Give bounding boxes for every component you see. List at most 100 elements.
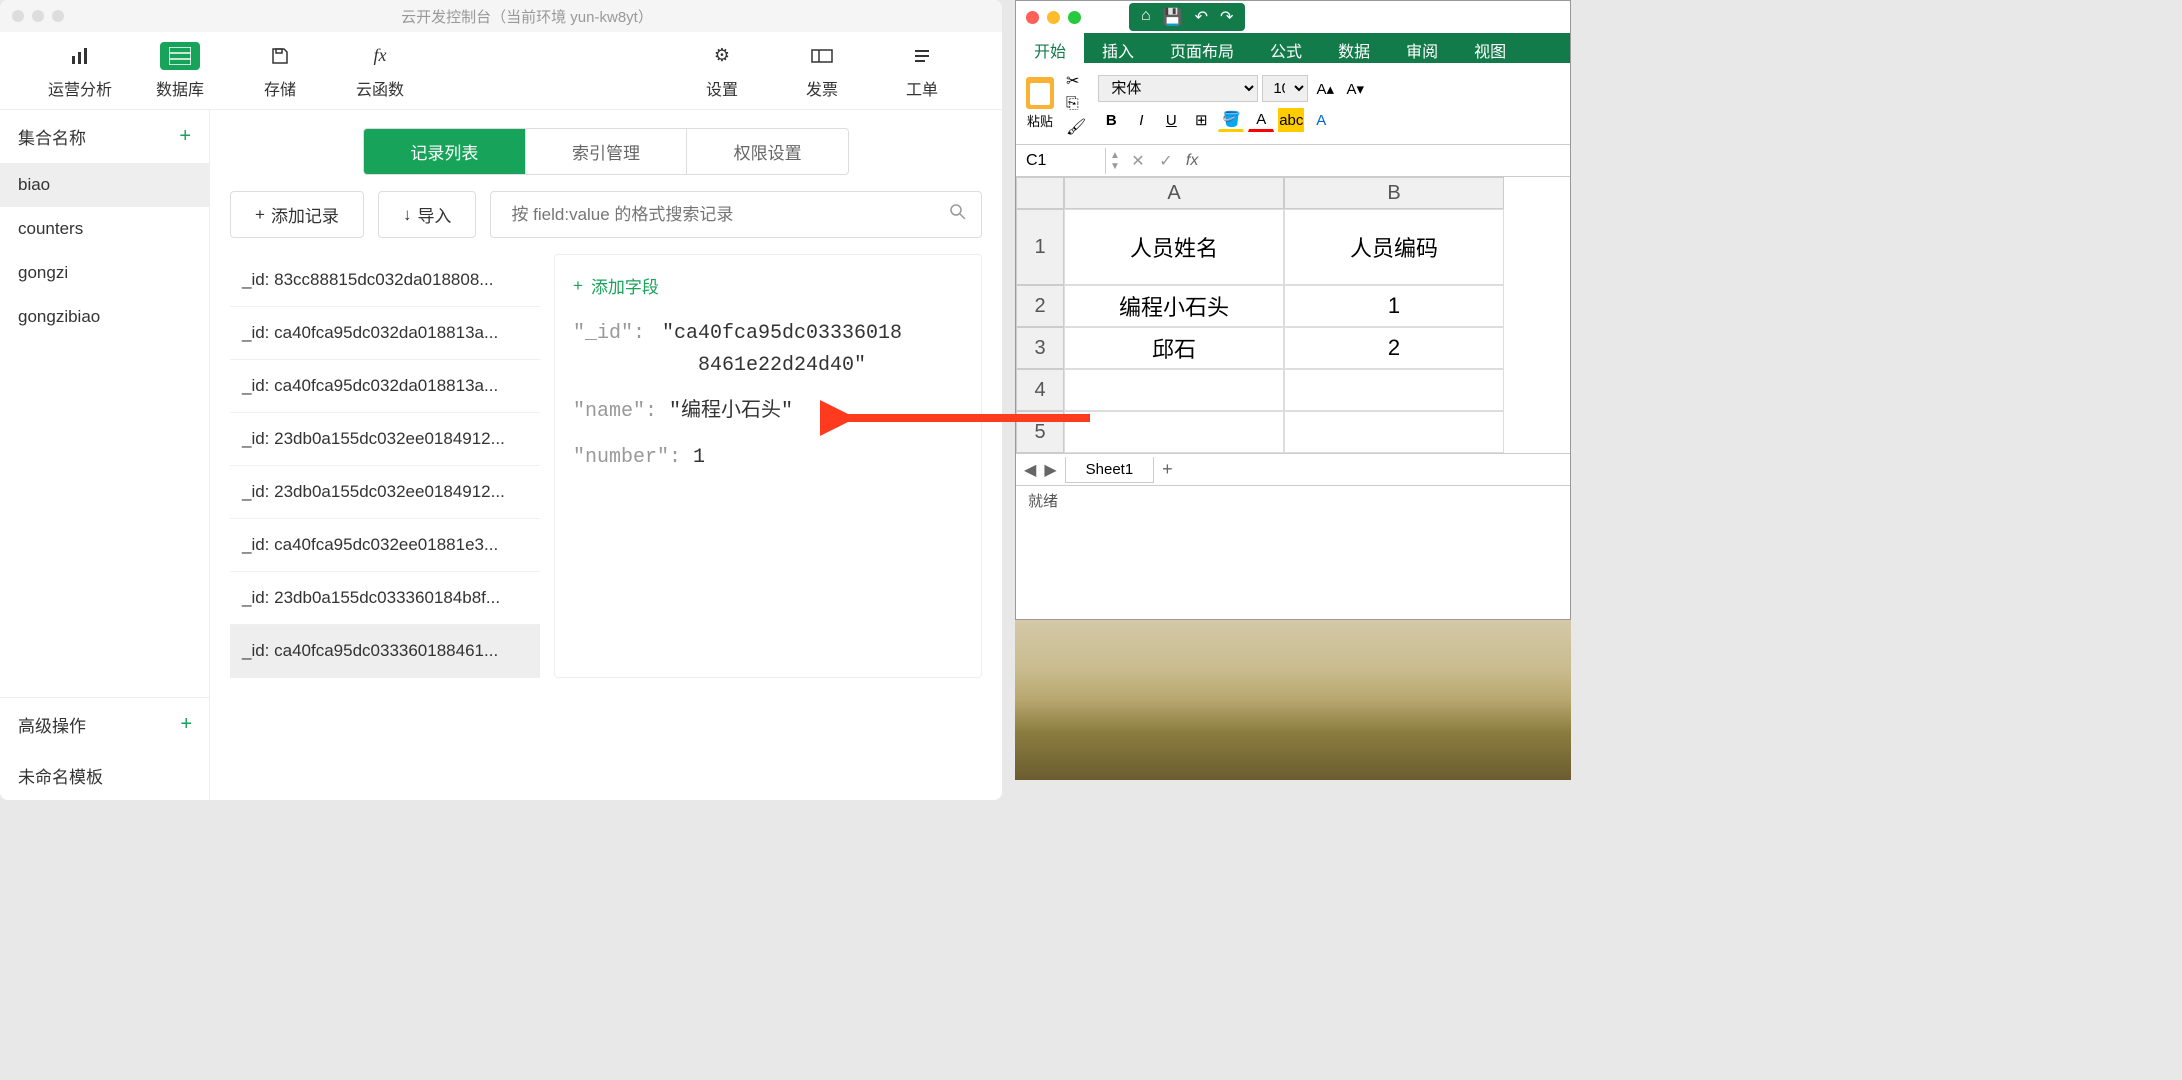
record-item[interactable]: _id: 23db0a155dc032ee0184912... <box>230 413 540 466</box>
titlebar: 云开发控制台（当前环境 yun-kw8yt） <box>0 0 1002 32</box>
stepper-up-icon[interactable]: ▲ <box>1110 150 1120 161</box>
cancel-formula-icon[interactable]: ✕ <box>1124 151 1152 171</box>
add-collection-button[interactable]: + <box>179 125 191 148</box>
record-item[interactable]: _id: ca40fca95dc033360188461... <box>230 625 540 678</box>
cell-b3[interactable]: 2 <box>1284 327 1504 369</box>
ribbon-tab-formula[interactable]: 公式 <box>1252 33 1320 63</box>
column-header-b[interactable]: B <box>1284 177 1504 209</box>
paste-icon[interactable] <box>1026 77 1054 109</box>
ribbon-tab-insert[interactable]: 插入 <box>1084 33 1152 63</box>
field-id: "_id": "ca40fca95dc033360188461e22d24d40… <box>573 318 963 382</box>
collection-item-biao[interactable]: biao <box>0 163 209 207</box>
functions-tab[interactable]: fx 云函数 <box>330 42 430 100</box>
undo-icon[interactable]: ↶ <box>1195 7 1208 27</box>
record-item[interactable]: _id: 83cc88815dc032da018808... <box>230 254 540 307</box>
underline-button[interactable]: U <box>1158 108 1184 132</box>
row-header-4[interactable]: 4 <box>1016 369 1064 411</box>
sheet-tab[interactable]: Sheet1 <box>1065 457 1155 483</box>
collection-item-counters[interactable]: counters <box>0 207 209 251</box>
cell-b4[interactable] <box>1284 369 1504 411</box>
storage-tab[interactable]: 存储 <box>230 42 330 100</box>
minimize-button[interactable] <box>1047 11 1060 24</box>
template-item[interactable]: 未命名模板 <box>0 751 210 800</box>
highlight-button[interactable]: abc <box>1278 108 1304 132</box>
ribbon-tab-home[interactable]: 开始 <box>1016 33 1084 63</box>
add-sheet-button[interactable]: + <box>1162 459 1173 480</box>
search-icon[interactable] <box>949 203 967 226</box>
format-painter-icon[interactable]: 🖌 <box>1066 117 1086 137</box>
copy-icon[interactable]: ⎘ <box>1066 95 1086 113</box>
maximize-button[interactable] <box>1068 11 1081 24</box>
ribbon-tab-review[interactable]: 审阅 <box>1388 33 1456 63</box>
font-color-button[interactable]: A <box>1248 108 1274 132</box>
font-size-select[interactable]: 10 <box>1262 75 1308 102</box>
increase-font-icon[interactable]: A▴ <box>1312 77 1338 101</box>
cell-b2[interactable]: 1 <box>1284 285 1504 327</box>
font-style-button[interactable]: A <box>1308 108 1334 132</box>
record-detail: +添加字段 "_id": "ca40fca95dc033360188461e22… <box>554 254 982 678</box>
italic-button[interactable]: I <box>1128 108 1154 132</box>
ribbon-tab-data[interactable]: 数据 <box>1320 33 1388 63</box>
ticket-tab[interactable]: 工单 <box>872 42 972 100</box>
row-header-2[interactable]: 2 <box>1016 285 1064 327</box>
import-button[interactable]: ↓导入 <box>378 191 477 238</box>
close-button[interactable] <box>1026 11 1039 24</box>
record-item[interactable]: _id: 23db0a155dc032ee0184912... <box>230 466 540 519</box>
analytics-tab[interactable]: 运营分析 <box>30 42 130 100</box>
row-header-3[interactable]: 3 <box>1016 327 1064 369</box>
row-header-5[interactable]: 5 <box>1016 411 1064 453</box>
collection-item-gongzi[interactable]: gongzi <box>0 251 209 295</box>
spreadsheet-grid: A B 1 2 3 4 5 人员姓名 人员编码 编程小石头 <box>1016 177 1570 453</box>
fx-icon[interactable]: fx <box>1186 152 1198 170</box>
minimize-button[interactable] <box>32 10 44 22</box>
sheet-next-icon[interactable]: ▶ <box>1044 460 1056 480</box>
cell-a5[interactable] <box>1064 411 1284 453</box>
accept-formula-icon[interactable]: ✓ <box>1152 151 1180 171</box>
add-template-button[interactable]: + <box>180 713 192 736</box>
field-name: "name": "编程小石头" <box>573 396 963 428</box>
cut-icon[interactable]: ✂ <box>1066 71 1086 91</box>
cell-a1[interactable]: 人员姓名 <box>1064 209 1284 285</box>
record-item[interactable]: _id: ca40fca95dc032ee01881e3... <box>230 519 540 572</box>
collection-item-gongzibiao[interactable]: gongzibiao <box>0 295 209 339</box>
invoice-tab[interactable]: 发票 <box>772 42 872 100</box>
paste-label: 粘贴 <box>1027 111 1053 130</box>
home-icon[interactable]: ⌂ <box>1141 7 1151 27</box>
desktop-wallpaper <box>1015 620 1571 780</box>
font-family-select[interactable]: 宋体 <box>1098 75 1258 102</box>
tab-permissions[interactable]: 权限设置 <box>687 129 848 174</box>
window-title: 云开发控制台（当前环境 yun-kw8yt） <box>64 6 990 27</box>
cell-b5[interactable] <box>1284 411 1504 453</box>
redo-icon[interactable]: ↷ <box>1220 7 1233 27</box>
close-button[interactable] <box>12 10 24 22</box>
database-tab[interactable]: 数据库 <box>130 42 230 100</box>
decrease-font-icon[interactable]: A▾ <box>1342 77 1368 101</box>
maximize-button[interactable] <box>52 10 64 22</box>
record-item[interactable]: _id: ca40fca95dc032da018813a... <box>230 307 540 360</box>
cell-a2[interactable]: 编程小石头 <box>1064 285 1284 327</box>
ribbon-tab-layout[interactable]: 页面布局 <box>1152 33 1252 63</box>
record-item[interactable]: _id: 23db0a155dc033360184b8f... <box>230 572 540 625</box>
add-field-button[interactable]: +添加字段 <box>573 273 963 298</box>
formula-input[interactable] <box>1204 153 1570 168</box>
sheet-prev-icon[interactable]: ◀ <box>1024 460 1036 480</box>
column-header-a[interactable]: A <box>1064 177 1284 209</box>
select-all-corner[interactable] <box>1016 177 1064 209</box>
tab-indexes[interactable]: 索引管理 <box>526 129 688 174</box>
save-icon[interactable]: 💾 <box>1163 7 1183 27</box>
row-header-1[interactable]: 1 <box>1016 209 1064 285</box>
cell-b1[interactable]: 人员编码 <box>1284 209 1504 285</box>
settings-tab[interactable]: ⚙ 设置 <box>672 42 772 100</box>
cell-a4[interactable] <box>1064 369 1284 411</box>
search-input[interactable] <box>505 195 949 235</box>
fill-color-button[interactable]: 🪣 <box>1218 108 1244 132</box>
cell-reference[interactable]: C1 <box>1016 148 1106 174</box>
border-button[interactable]: ⊞ <box>1188 108 1214 132</box>
record-item[interactable]: _id: ca40fca95dc032da018813a... <box>230 360 540 413</box>
add-record-button[interactable]: +添加记录 <box>230 191 364 238</box>
stepper-down-icon[interactable]: ▼ <box>1110 161 1120 172</box>
cell-a3[interactable]: 邱石 <box>1064 327 1284 369</box>
tab-records[interactable]: 记录列表 <box>364 129 526 174</box>
bold-button[interactable]: B <box>1098 108 1124 132</box>
ribbon-tab-view[interactable]: 视图 <box>1456 33 1524 63</box>
